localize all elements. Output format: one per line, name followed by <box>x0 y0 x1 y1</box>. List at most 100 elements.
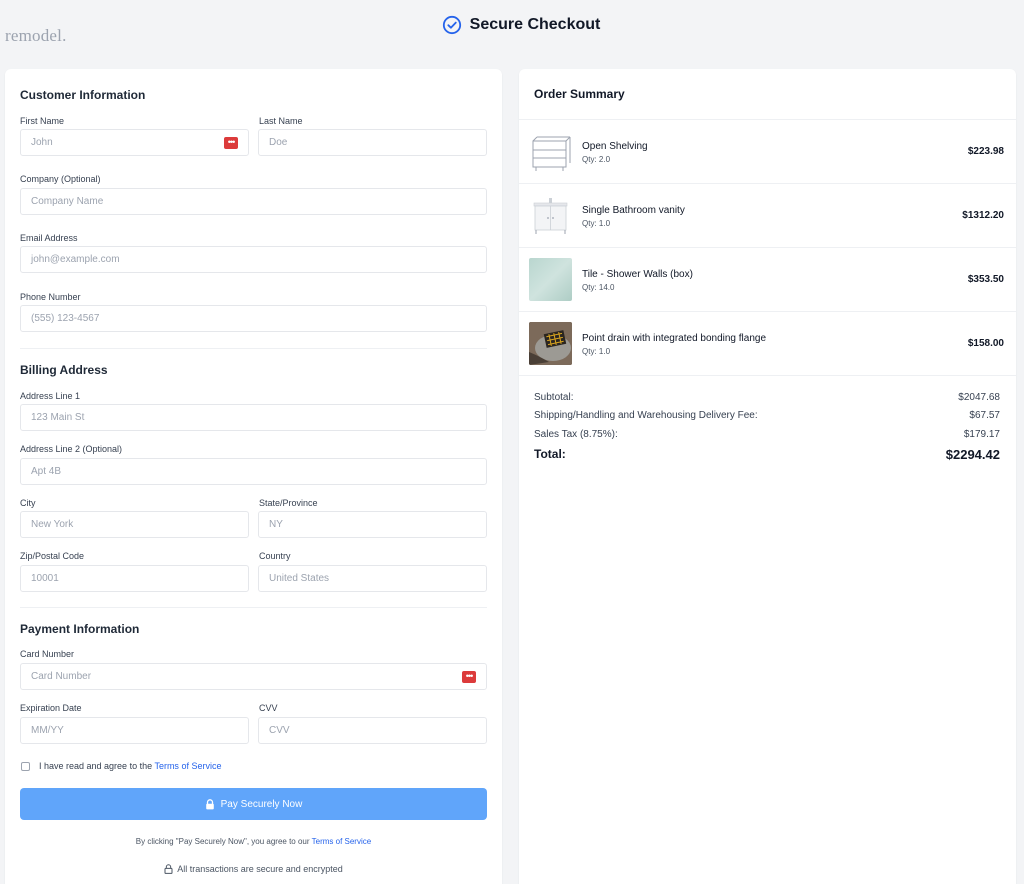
country-input[interactable]: United States <box>258 565 487 592</box>
tax-row: Sales Tax (8.75%): $179.17 <box>534 429 1000 440</box>
first-name-label: First Name <box>20 116 65 126</box>
billing-section-title: Billing Address <box>20 363 108 377</box>
order-summary-title: Order Summary <box>534 87 625 101</box>
pay-securely-button[interactable]: Pay Securely Now <box>20 788 487 820</box>
city-placeholder: New York <box>31 519 74 530</box>
city-label: City <box>20 498 36 508</box>
last-name-placeholder: Doe <box>269 137 288 148</box>
first-name-placeholder: John <box>31 137 53 148</box>
checkout-form: Customer Information First Name John •••… <box>5 69 502 884</box>
item-qty: Qty: 14.0 <box>582 283 615 292</box>
section-divider <box>20 607 487 608</box>
item-price: $223.98 <box>967 146 1004 157</box>
expiration-placeholder: MM/YY <box>31 725 64 736</box>
terms-agree-prefix: I have read and agree to the <box>39 761 155 771</box>
vanity-product-image <box>529 194 572 237</box>
tax-value: $179.17 <box>963 429 1000 440</box>
item-qty: Qty: 2.0 <box>582 155 611 164</box>
item-name: Single Bathroom vanity <box>582 205 685 216</box>
expiration-label: Expiration Date <box>20 703 82 713</box>
expiration-input[interactable]: MM/YY <box>20 717 249 744</box>
payment-section-title: Payment Information <box>20 622 140 636</box>
company-input[interactable]: Company Name <box>20 188 487 215</box>
fine-print-prefix: By clicking "Pay Securely Now", you agre… <box>135 837 312 846</box>
phone-input[interactable]: (555) 123-4567 <box>20 305 487 332</box>
address1-placeholder: 123 Main St <box>31 412 85 423</box>
tile-product-image <box>529 258 572 301</box>
address2-label: Address Line 2 (Optional) <box>20 444 123 454</box>
cvv-placeholder: CVV <box>269 725 290 736</box>
zip-label: Zip/Postal Code <box>20 551 85 561</box>
terms-checkbox[interactable] <box>21 762 30 771</box>
last-name-label: Last Name <box>259 116 303 126</box>
page-title: Secure Checkout <box>469 16 601 33</box>
cvv-input[interactable]: CVV <box>258 717 487 744</box>
secure-note-text: All transactions are secure and encrypte… <box>177 864 343 874</box>
page-header: Secure Checkout <box>0 15 1024 35</box>
terms-of-service-link[interactable]: Terms of Service <box>154 761 221 771</box>
email-input[interactable]: john@example.com <box>20 246 487 273</box>
company-placeholder: Company Name <box>31 196 104 207</box>
password-manager-icon[interactable]: ••• <box>224 136 238 149</box>
address1-input[interactable]: 123 Main St <box>20 404 487 431</box>
shipping-value: $67.57 <box>969 410 1000 421</box>
first-name-input[interactable]: John ••• <box>20 129 249 156</box>
lock-icon <box>205 798 214 809</box>
subtotal-value: $2047.68 <box>958 392 1000 403</box>
state-label: State/Province <box>259 498 318 508</box>
order-item: Open Shelving Qty: 2.0 $223.98 <box>519 120 1016 184</box>
card-number-placeholder: Card Number <box>31 671 92 682</box>
secure-note: All transactions are secure and encrypte… <box>5 864 502 874</box>
total-value: $2294.42 <box>945 447 1000 462</box>
city-input[interactable]: New York <box>20 511 249 538</box>
fine-print-terms-link[interactable]: Terms of Service <box>312 837 372 846</box>
country-placeholder: United States <box>269 573 330 584</box>
email-label: Email Address <box>20 233 78 243</box>
shipping-row: Shipping/Handling and Warehousing Delive… <box>534 410 1000 421</box>
phone-placeholder: (555) 123-4567 <box>31 313 100 324</box>
cvv-label: CVV <box>259 703 278 713</box>
item-qty: Qty: 1.0 <box>582 347 611 356</box>
card-number-label: Card Number <box>20 649 75 659</box>
company-label: Company (Optional) <box>20 174 101 184</box>
drain-product-image <box>529 322 572 365</box>
total-label: Total: <box>534 447 566 461</box>
order-item: Single Bathroom vanity Qty: 1.0 $1312.20 <box>519 184 1016 248</box>
tax-label: Sales Tax (8.75%): <box>534 429 618 440</box>
card-number-input[interactable]: Card Number ••• <box>20 663 487 690</box>
check-circle-icon <box>442 15 461 35</box>
phone-label: Phone Number <box>20 292 81 302</box>
zip-placeholder: 10001 <box>31 573 59 584</box>
order-summary: Order Summary Open Shelving Qty: 2.0 $22… <box>519 69 1016 884</box>
item-price: $158.00 <box>967 338 1004 349</box>
fine-print: By clicking "Pay Securely Now", you agre… <box>5 837 502 846</box>
order-item: Point drain with integrated bonding flan… <box>519 312 1016 376</box>
customer-section-title: Customer Information <box>20 88 146 102</box>
zip-input[interactable]: 10001 <box>20 565 249 592</box>
shipping-label: Shipping/Handling and Warehousing Delive… <box>534 410 758 421</box>
subtotal-row: Subtotal: $2047.68 <box>534 392 1000 403</box>
item-name: Tile - Shower Walls (box) <box>582 269 693 280</box>
password-manager-icon[interactable]: ••• <box>462 670 476 683</box>
subtotal-label: Subtotal: <box>534 392 574 403</box>
state-input[interactable]: NY <box>258 511 487 538</box>
terms-agree-text: I have read and agree to the Terms of Se… <box>39 761 221 771</box>
order-item: Tile - Shower Walls (box) Qty: 14.0 $353… <box>519 248 1016 312</box>
shelving-product-image <box>529 130 572 173</box>
total-row: Total: $2294.42 <box>534 447 1000 462</box>
section-divider <box>20 348 487 349</box>
lock-outline-icon <box>164 864 173 874</box>
address1-label: Address Line 1 <box>20 391 81 401</box>
address2-input[interactable]: Apt 4B <box>20 458 487 485</box>
item-name: Point drain with integrated bonding flan… <box>582 333 767 344</box>
email-placeholder: john@example.com <box>31 254 120 265</box>
last-name-input[interactable]: Doe <box>258 129 487 156</box>
address2-placeholder: Apt 4B <box>31 466 62 477</box>
pay-button-label: Pay Securely Now <box>220 798 303 810</box>
item-name: Open Shelving <box>582 141 648 152</box>
item-qty: Qty: 1.0 <box>582 219 611 228</box>
item-price: $1312.20 <box>962 210 1004 221</box>
state-placeholder: NY <box>269 519 283 530</box>
item-price: $353.50 <box>967 274 1004 285</box>
country-label: Country <box>259 551 291 561</box>
